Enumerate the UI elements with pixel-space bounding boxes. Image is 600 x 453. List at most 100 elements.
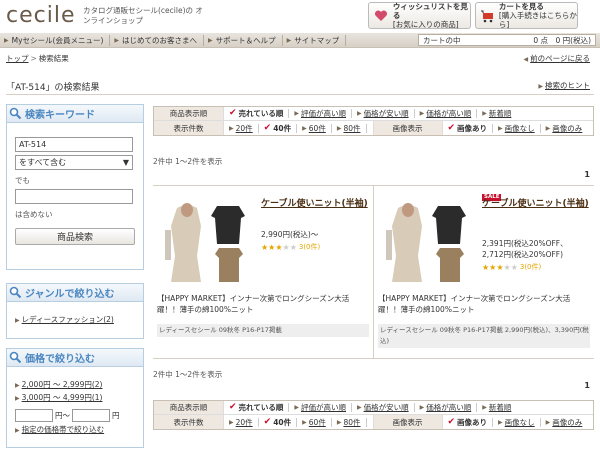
count-60[interactable]: ▶ 60件 [297,417,332,427]
sort-option-label: 価格が安い順 [363,403,409,412]
page-number-top[interactable]: 1 [584,170,590,179]
image-without[interactable]: ▶ 画像なし [493,417,541,427]
check-icon: ✔ [263,416,272,427]
exclude-input[interactable] [15,189,133,204]
match-select[interactable]: をすべて含む ▼ [15,155,133,170]
title-divider [6,94,594,95]
cart-button[interactable]: カートを見る [購入手続きはこちらから] [475,2,578,29]
image-only[interactable]: ▶ 画像のみ [541,418,588,427]
count-80[interactable]: ▶ 80件 [332,123,367,133]
sort-price-low[interactable]: ▶ 価格が安い順 [352,109,415,118]
genre-filter-header: ジャンルで絞り込む [7,284,143,302]
price-to-input[interactable] [72,409,110,422]
product-card: SALE ケーブル使いニット(半袖) 2,391円(税込20%OFF、 2,712… [374,186,594,358]
price-range-link-1[interactable]: ▶ 2,000円 ～ 2,999円(2) [15,379,135,392]
image-display-label: 画像表示 [372,415,443,429]
product-search-button[interactable]: 商品検索 [15,228,135,245]
result-count-top: 2件中 1～2件を表示 [153,157,223,166]
count-option-label: 60件 [308,123,326,133]
sort-bestselling[interactable]: ✔ 売れている順 [224,403,290,412]
arrow-right-icon: ▶ [294,110,299,117]
sort-rating[interactable]: ▶ 評価が高い順 [289,403,352,412]
nav-item-support[interactable]: ▶ サポート＆ヘルプ [204,34,283,46]
back-link[interactable]: ◀ 前のページに戻る [524,53,590,64]
count-20[interactable]: ▶ 20件 [224,123,259,133]
sort-price-high[interactable]: ▶ 価格が高い順 [415,403,478,412]
count-60[interactable]: ▶ 60件 [297,123,332,133]
review-count[interactable]: 3(0件) [299,242,320,252]
count-option-label: 80件 [343,123,361,133]
arrow-right-icon: ▶ [482,404,487,411]
product-catalog: レディースセシール 09秋冬 P16-P17掲載 2,990円(税込)、3,39… [378,324,590,348]
review-count[interactable]: 3(0件) [520,262,541,272]
arrow-right-icon: ▶ [419,110,425,117]
nav-item-mycecile[interactable]: ▶ Myセシール(会員メニュー) [0,34,111,46]
nav-item-firsttime[interactable]: ▶ はじめてのお客さまへ [110,34,205,46]
product-rating: ★★★ ★★ 3(0件) [482,262,541,272]
arrow-right-icon: ▶ [229,418,234,426]
count-option-label: 20件 [235,417,253,427]
product-name-link[interactable]: ケーブル使いニット(半袖) [261,198,369,210]
sort-price-high[interactable]: ▶ 価格が高い順 [415,109,478,118]
image-with[interactable]: ✔ 画像あり [443,123,494,133]
product-catalog: レディースセシール 09秋冬 P16-P17掲載 [157,324,369,337]
count-20[interactable]: ▶ 20件 [224,417,259,427]
search-hint-link[interactable]: ▶ 検索のヒント [538,80,590,91]
image-only[interactable]: ▶ 画像のみ [541,124,588,133]
page-title: 「AT-514」の検索結果 [6,83,100,93]
arrow-right-icon: ▶ [482,110,487,117]
product-image[interactable] [378,196,478,286]
match-select-value: をすべて含む [19,158,67,167]
keyword-search-box: 検索キーワード AT-514 をすべて含む ▼ でも は含めない 商品検索 [6,104,144,270]
cart-icon [480,7,496,25]
product-list: ケーブル使いニット(半袖) 2,990円(税込)～ ★★★ ★★ 3(0件) 【H… [153,185,594,359]
star-rating-icon: ★★★ [261,242,283,252]
breadcrumb: トップ > 検索結果 [6,53,69,64]
search-icon [9,351,22,364]
product-image[interactable] [157,196,257,286]
image-display-label: 画像表示 [372,121,443,135]
image-without[interactable]: ▶ 画像なし [493,123,541,133]
arrow-right-icon: ▶ [498,124,503,132]
image-with[interactable]: ✔ 画像あり [443,417,494,427]
product-name-link[interactable]: ケーブル使いニット(半袖) [482,198,590,210]
heart-icon [373,7,390,25]
page-number-bottom[interactable]: 1 [584,381,590,390]
product-card: ケーブル使いニット(半袖) 2,990円(税込)～ ★★★ ★★ 3(0件) 【H… [153,186,373,358]
arrow-right-icon: ▶ [15,427,20,434]
site-logo[interactable]: cecile [6,5,76,27]
sort-option-label: 売れている順 [238,109,284,118]
image-option-label: 画像のみ [552,417,583,427]
cart-title: カートを見る [498,2,544,11]
arrow-right-icon: ▶ [538,83,543,90]
cart-sub: [購入手続きはこちらから] [498,11,577,29]
count-40[interactable]: ✔ 40件 [259,123,298,133]
arrow-right-icon: ▶ [302,124,307,132]
breadcrumb-home[interactable]: トップ [6,54,29,63]
count-option-label: 40件 [273,417,292,427]
arrow-left-icon: ◀ [523,56,529,63]
arrow-right-icon: ▶ [208,36,213,44]
sort-bestselling[interactable]: ✔ 売れている順 [224,109,290,118]
sort-price-low[interactable]: ▶ 価格が安い順 [352,403,415,412]
price-submit-link[interactable]: ▶ 指定の価格帯で絞り込む [15,424,135,437]
image-option-label: 画像のみ [552,123,583,133]
sort-new[interactable]: ▶ 新着順 [477,109,516,118]
wishlist-button[interactable]: ウィッシュリストを見る [お気に入りの商品] [368,2,471,29]
arrow-right-icon: ▶ [229,124,234,132]
back-link-label: 前のページに戻る [530,54,590,63]
genre-link-ladies[interactable]: ▶ レディースファッション(2) [15,315,114,324]
price-filter-header: 価格で絞り込む [7,349,143,367]
count-40[interactable]: ✔ 40件 [259,416,298,427]
chevron-down-icon: ▼ [122,158,129,167]
price-from-input[interactable] [15,409,53,422]
sort-rating[interactable]: ▶ 評価が高い順 [289,109,352,118]
keyword-input[interactable]: AT-514 [15,137,133,152]
nav-item-sitemap[interactable]: ▶ サイトマップ [283,34,347,46]
count-80[interactable]: ▶ 80件 [332,417,367,427]
arrow-right-icon: ▶ [356,110,362,117]
sort-option-label: 評価が高い順 [300,403,346,412]
price-range-link-2[interactable]: ▶ 3,000円 ～ 4,999円(1) [15,392,135,405]
sort-new[interactable]: ▶ 新着順 [477,403,516,412]
site-header: cecile カタログ通販セシール(cecile)の オンラインショップ ウィッ… [0,0,600,32]
